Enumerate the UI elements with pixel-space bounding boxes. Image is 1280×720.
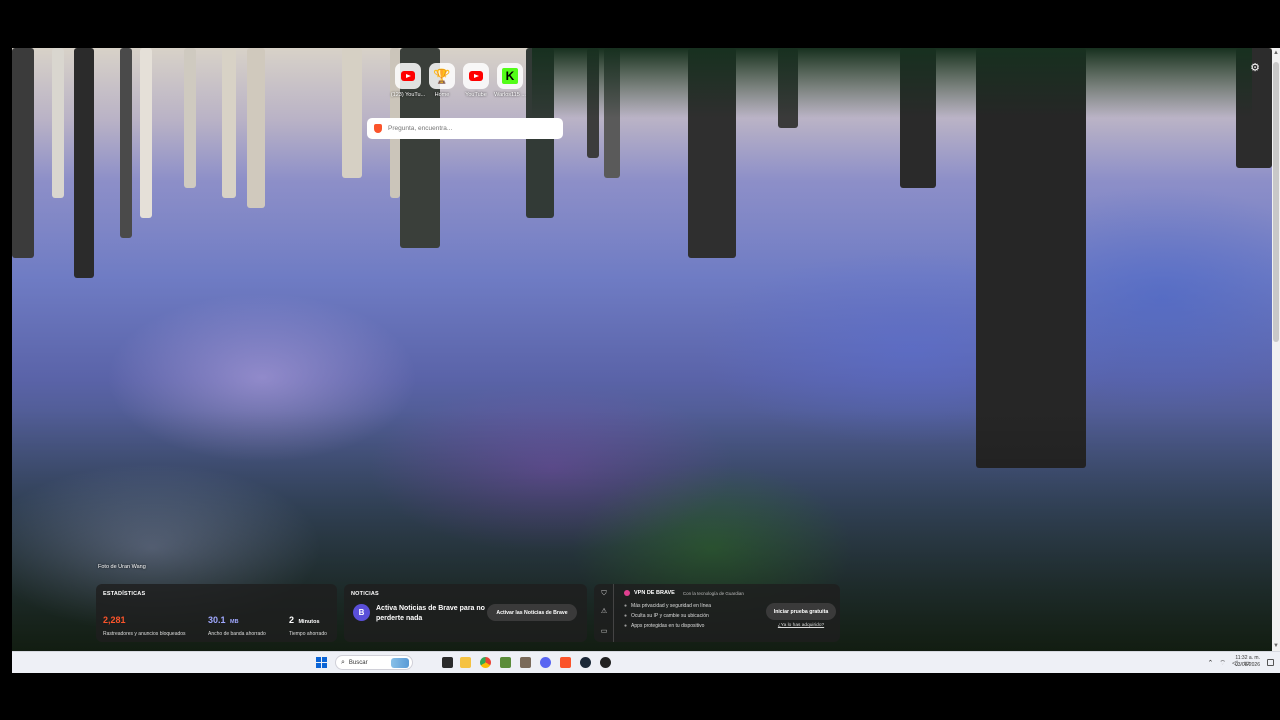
trophy-icon: 🏆 <box>433 68 451 84</box>
stats-widget: ESTADÍSTICAS 2,281 Rastreadores y anunci… <box>96 584 337 642</box>
top-site-youtube-1[interactable]: (123) YouTu... <box>390 63 426 98</box>
top-site-home[interactable]: 🏆 Home <box>428 63 456 98</box>
taskbar-search-label: Buscar <box>348 659 368 666</box>
top-site-kick[interactable]: K Warlos115 ... <box>494 63 526 98</box>
app-icon[interactable] <box>600 657 611 668</box>
check-icon: ● <box>624 603 628 609</box>
photo-credit[interactable]: Foto de Uran Wang <box>98 564 146 570</box>
app-icon[interactable] <box>520 657 531 668</box>
task-view-icon[interactable] <box>442 657 453 668</box>
page-scrollbar[interactable]: ▲ ▼ <box>1272 48 1280 651</box>
brave-icon[interactable] <box>560 657 571 668</box>
time-label: Tiempo ahorrado <box>289 631 327 637</box>
kick-icon: K <box>502 68 518 84</box>
taskbar-search[interactable]: ⌕ Buscar <box>335 655 413 670</box>
discord-icon[interactable] <box>540 657 551 668</box>
file-explorer-icon[interactable] <box>460 657 471 668</box>
stat-time: 2 Minutos Tiempo ahorrado <box>289 610 327 637</box>
bandwidth-label: Ancho de banda ahorrado <box>208 631 266 637</box>
vpn-header: VPN DE BRAVE Con la tecnología de Guardi… <box>624 590 744 596</box>
stat-trackers: 2,281 Rastreadores y anuncios bloqueados <box>103 610 186 637</box>
brave-news-icon: B <box>353 604 370 621</box>
top-site-label: YouTube <box>465 92 487 98</box>
clock-date: 03/08/2026 <box>1234 662 1260 668</box>
news-text: Activa Noticias de Brave para no perdert… <box>376 605 485 622</box>
scroll-up-icon[interactable]: ▲ <box>1272 48 1280 58</box>
widget-switcher: ⛉ ⚠ ▭ <box>594 584 614 642</box>
youtube-icon <box>401 71 415 81</box>
enable-news-button[interactable]: Activar las Noticias de Brave <box>487 604 577 621</box>
chevron-up-icon[interactable]: ⌃ <box>1208 659 1214 667</box>
top-site-label: Warlos115 ... <box>494 92 526 98</box>
check-icon: ● <box>624 623 628 629</box>
background-shade <box>12 48 1280 651</box>
clock[interactable]: 11:32 a. m. 03/08/2026 <box>1235 655 1260 669</box>
top-site-youtube-2[interactable]: YouTube <box>462 63 490 98</box>
vpn-feature: ● Más privacidad y seguridad en línea <box>624 603 712 609</box>
steam-icon[interactable] <box>580 657 591 668</box>
check-icon: ● <box>624 613 628 619</box>
trackers-value: 2,281 <box>103 615 126 625</box>
stats-title: ESTADÍSTICAS <box>103 591 146 597</box>
taskbar: ⌕ Buscar ⌃ ⌔ ◁ ▭ 11:32 a. m. 03/08/2026 <box>12 651 1280 673</box>
brave-logo-icon <box>374 124 382 133</box>
vpn-title: VPN DE BRAVE <box>634 590 675 596</box>
shield-icon[interactable]: ⛉ <box>600 590 608 598</box>
vpn-subtitle: Con la tecnología de Guardian <box>682 590 744 596</box>
news-widget: NOTICIAS B Activa Noticias de Brave para… <box>344 584 587 642</box>
windows-start-icon[interactable] <box>316 657 327 668</box>
search-box[interactable] <box>367 118 563 139</box>
wifi-icon[interactable]: ⌔ <box>1219 659 1226 668</box>
gear-icon[interactable]: ⚙ <box>1249 62 1261 74</box>
news-icon[interactable]: ▭ <box>600 628 608 636</box>
already-purchased-link[interactable]: ¿Ya lo has adquirido? <box>767 623 835 628</box>
scrollbar-thumb[interactable] <box>1273 62 1279 342</box>
youtube-icon <box>469 71 483 81</box>
time-unit: Minutos <box>298 619 320 625</box>
chrome-icon[interactable] <box>480 657 491 668</box>
stats-icon[interactable]: ⚠ <box>600 608 608 616</box>
browser-new-tab-page: ▲ ▼ ⚙ (123) YouTu... 🏆 Home YouTube K Wa… <box>12 48 1280 673</box>
scroll-down-icon[interactable]: ▼ <box>1272 641 1280 651</box>
bandwidth-unit: MB <box>229 619 239 625</box>
top-site-label: Home <box>434 92 450 98</box>
search-highlight-icon <box>391 658 409 668</box>
search-input[interactable] <box>388 125 548 132</box>
bandwidth-value: 30.1 <box>208 615 226 625</box>
vpn-feature: ● Apps protegidas en tu dispositivo <box>624 623 705 629</box>
minecraft-icon[interactable] <box>500 657 511 668</box>
stat-bandwidth: 30.1 MB Ancho de banda ahorrado <box>208 610 266 637</box>
clock-time: 11:32 a. m. <box>1235 655 1260 661</box>
search-icon: ⌕ <box>341 658 345 666</box>
news-title: NOTICIAS <box>351 591 379 597</box>
start-trial-button[interactable]: Iniciar prueba gratuita <box>766 603 836 620</box>
notification-icon[interactable] <box>1267 659 1274 666</box>
vpn-logo-icon <box>624 590 630 596</box>
vpn-widget: ⛉ ⚠ ▭ VPN DE BRAVE Con la tecnología de … <box>594 584 840 642</box>
time-value: 2 <box>289 615 295 625</box>
vpn-feature: ● Oculta su IP y cambie su ubicación <box>624 613 709 619</box>
top-site-label: (123) YouTu... <box>390 92 426 98</box>
trackers-label: Rastreadores y anuncios bloqueados <box>103 631 186 637</box>
top-sites: (123) YouTu... 🏆 Home YouTube K Warlos11… <box>390 63 526 98</box>
